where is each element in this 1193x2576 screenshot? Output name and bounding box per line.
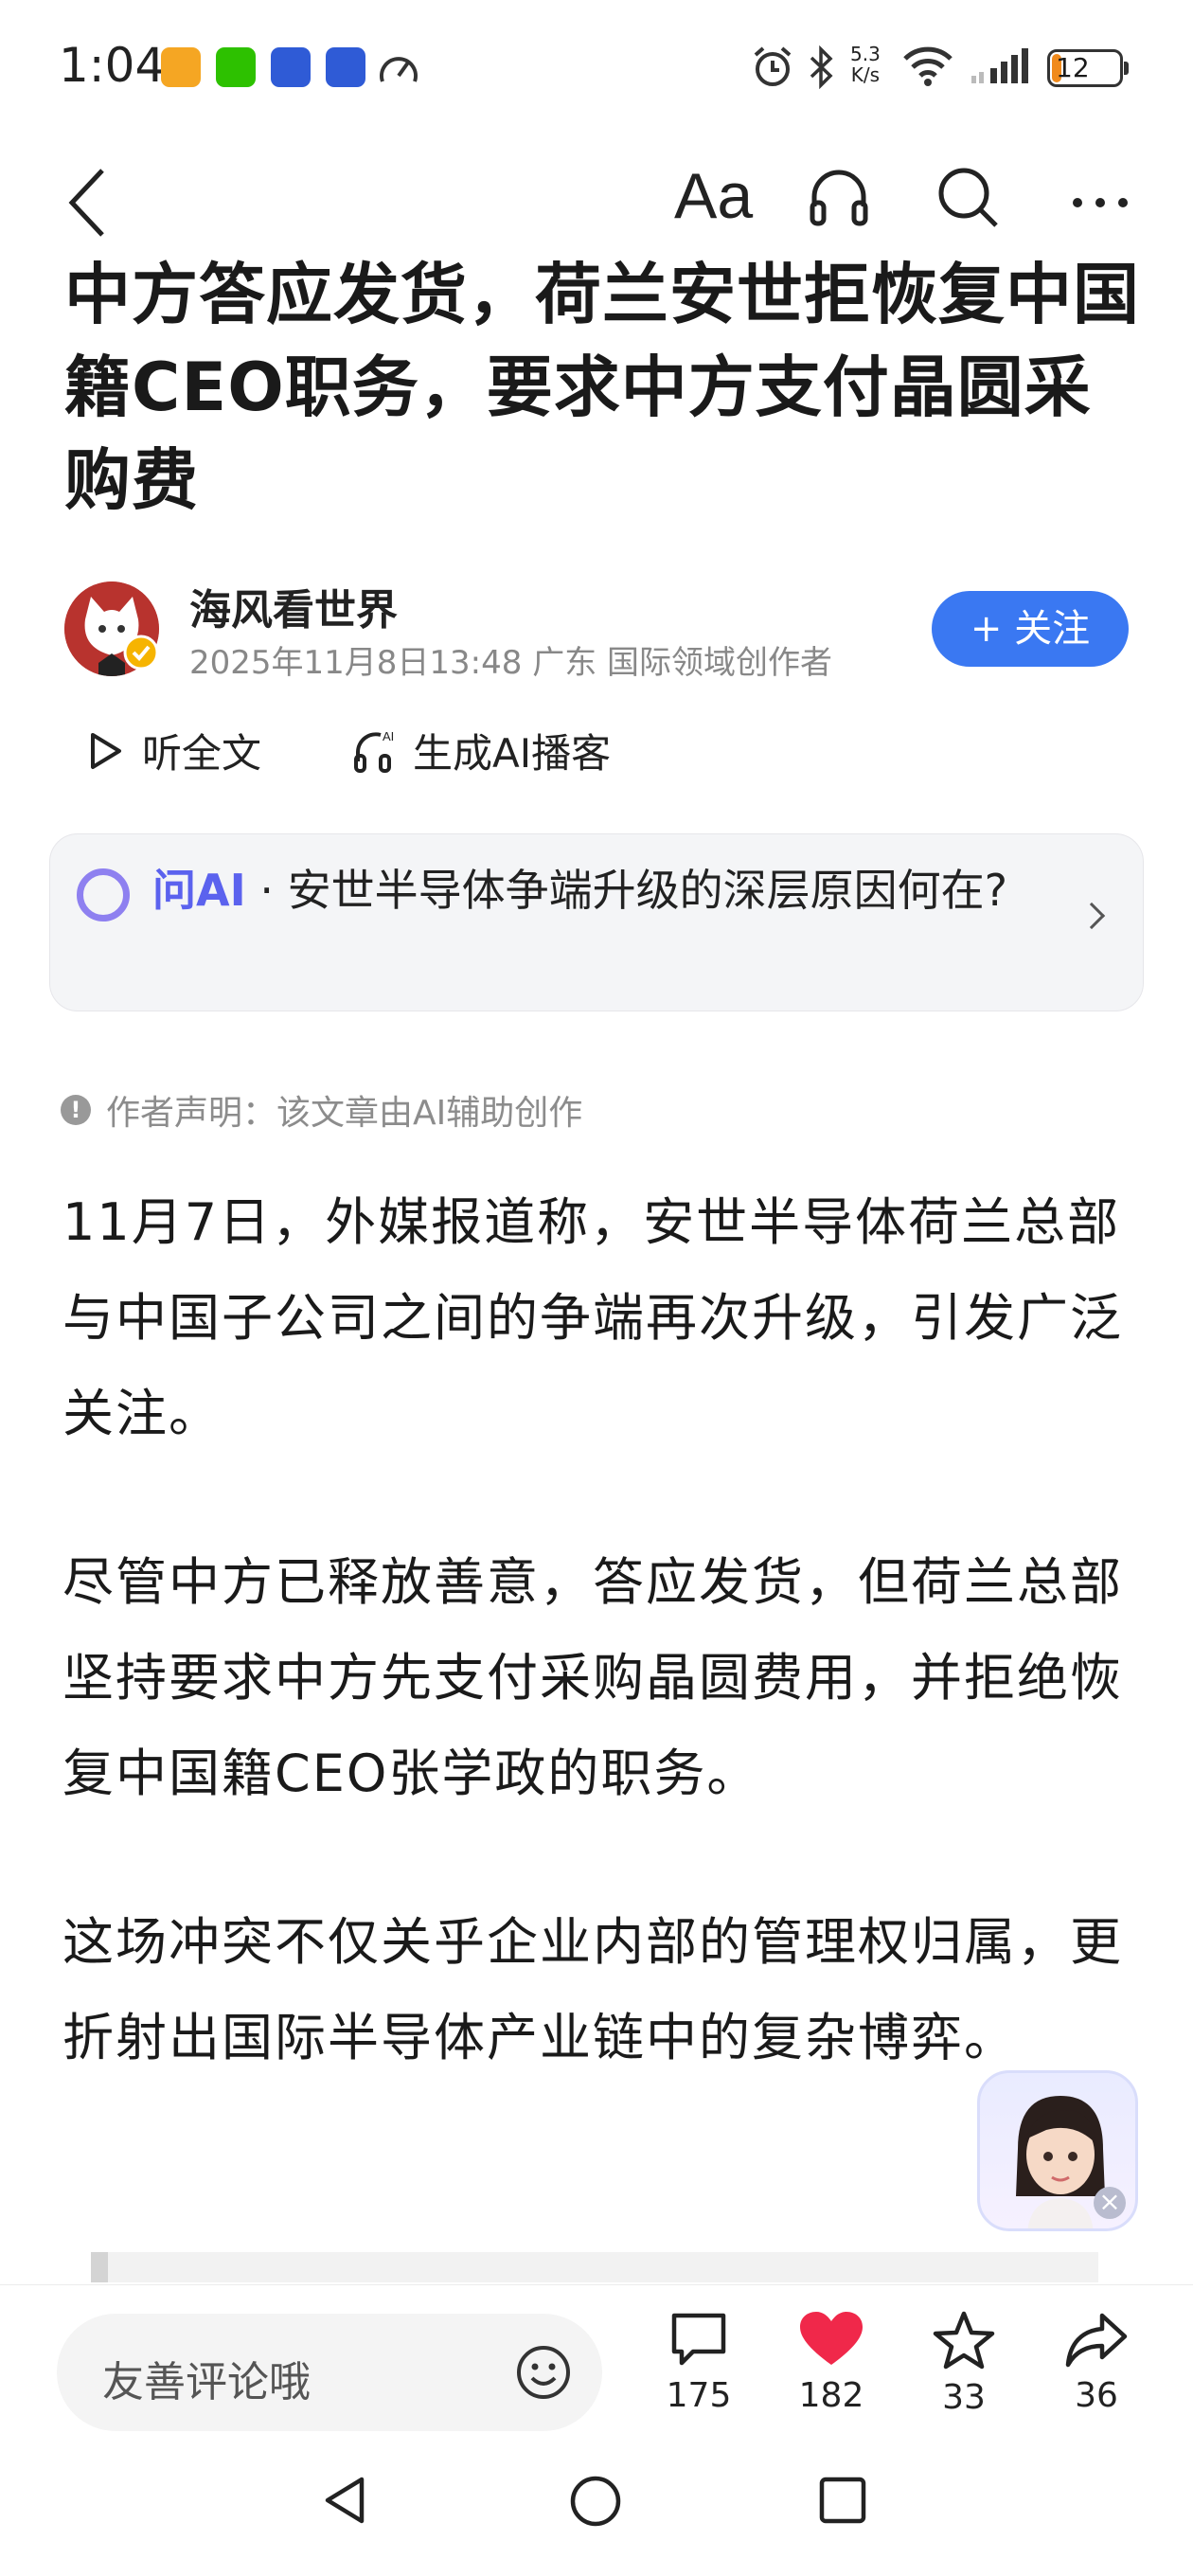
statement-text: 作者声明：该文章由AI辅助创作 — [106, 1094, 583, 1133]
signal-icon — [971, 48, 1028, 83]
bottom-action-bar: 友善评论哦 175 182 33 36 — [0, 2284, 1193, 2436]
search-icon[interactable] — [937, 167, 1000, 229]
wifi-icon — [903, 46, 953, 86]
share-icon — [1065, 2313, 1128, 2368]
article-title: 中方答应发货，荷兰安世拒恢复中国籍CEO职务，要求中方支付晶圆采购费 — [64, 256, 1140, 519]
alarm-icon — [754, 46, 792, 86]
listen-label: 听全文 — [142, 730, 262, 777]
nav-home-icon[interactable] — [568, 2474, 623, 2529]
nav-recents-icon[interactable] — [818, 2476, 867, 2525]
headphones-icon[interactable] — [807, 165, 871, 229]
back-icon[interactable] — [66, 167, 108, 239]
svg-text:AI: AI — [383, 729, 394, 743]
comment-icon — [671, 2313, 726, 2366]
speedometer-icon — [380, 57, 418, 82]
info-icon: ! — [61, 1095, 91, 1125]
paragraph-2: 尽管中方已释放善意，答应发货，但荷兰总部坚持要求中方先支付采购晶圆费用，并拒绝恢… — [62, 1552, 1123, 1803]
verified-badge-icon — [123, 635, 159, 671]
ai-headphones-icon: AI — [354, 729, 394, 773]
system-nav-bar — [0, 2436, 1193, 2576]
paragraph-1: 11月7日，外媒报道称，安世半导体荷兰总部与中国子公司之间的争端再次升级，引发广… — [62, 1192, 1123, 1443]
close-icon[interactable]: × — [1094, 2187, 1126, 2219]
comment-count: 175 — [666, 2376, 732, 2415]
author-name[interactable]: 海风看世界 — [189, 576, 398, 636]
status-bar: 1:04 5.3 K/s 12 — [0, 0, 1193, 133]
wechat-icon — [216, 47, 256, 87]
font-size-button[interactable]: Aa — [674, 159, 753, 233]
ai-question-text: 问AI · 安世半导体争端升级的深层原因何在? — [152, 863, 1061, 918]
nav-back-icon[interactable] — [322, 2474, 369, 2527]
battery-percent: 12 — [1056, 52, 1090, 83]
follow-button[interactable]: + 关注 — [932, 591, 1129, 667]
listen-button[interactable]: 听全文 — [87, 722, 261, 779]
ai-separator: · — [245, 865, 288, 916]
like-count: 182 — [798, 2376, 864, 2415]
ai-label: 问AI — [152, 865, 246, 916]
comment-button[interactable]: 175 — [642, 2310, 756, 2415]
heart-icon — [800, 2312, 863, 2365]
battery-cap — [1124, 62, 1129, 75]
sticky-note-icon — [161, 47, 201, 87]
ai-question: 安世半导体争端升级的深层原因何在? — [287, 865, 1008, 916]
play-icon — [91, 732, 121, 769]
author-meta: 2025年11月8日13:48 广东 国际领域创作者 — [189, 644, 833, 682]
network-speed: 5.3 K/s — [850, 44, 881, 85]
ai-logo-icon — [77, 868, 130, 921]
more-icon[interactable] — [1070, 195, 1131, 210]
comment-placeholder: 友善评论哦 — [102, 2358, 311, 2406]
content-peek — [91, 2252, 1098, 2282]
status-time: 1:04 — [59, 38, 166, 93]
chevron-right-icon — [1077, 902, 1106, 930]
star-icon — [933, 2311, 995, 2370]
emoji-icon[interactable] — [515, 2344, 572, 2401]
battery-icon: 12 — [1047, 49, 1129, 87]
like-button[interactable]: 182 — [775, 2310, 888, 2415]
network-speed-unit: K/s — [850, 63, 881, 86]
ask-ai-card[interactable]: 问AI · 安世半导体争端升级的深层原因何在? — [49, 833, 1144, 1011]
bot-app-icon — [271, 47, 311, 87]
share-count: 36 — [1075, 2376, 1118, 2415]
bot-app-icon — [326, 47, 365, 87]
paragraph-3: 这场冲突不仅关乎企业内部的管理权归属，更折射出国际半导体产业链中的复杂博弈。 — [62, 1912, 1123, 2067]
comment-input[interactable]: 友善评论哦 — [57, 2314, 602, 2431]
ai-podcast-button[interactable]: AI 生成AI播客 — [352, 722, 611, 779]
share-button[interactable]: 36 — [1040, 2310, 1153, 2415]
ai-podcast-label: 生成AI播客 — [413, 730, 612, 777]
favorite-count: 33 — [942, 2378, 986, 2417]
ai-assistant-avatar[interactable]: × — [977, 2070, 1138, 2231]
quote-bar — [91, 2252, 108, 2282]
network-speed-value: 5.3 — [850, 43, 881, 65]
author-statement: ! 作者声明：该文章由AI辅助创作 — [61, 1085, 582, 1135]
bluetooth-icon — [810, 45, 833, 89]
favorite-button[interactable]: 33 — [907, 2310, 1021, 2417]
